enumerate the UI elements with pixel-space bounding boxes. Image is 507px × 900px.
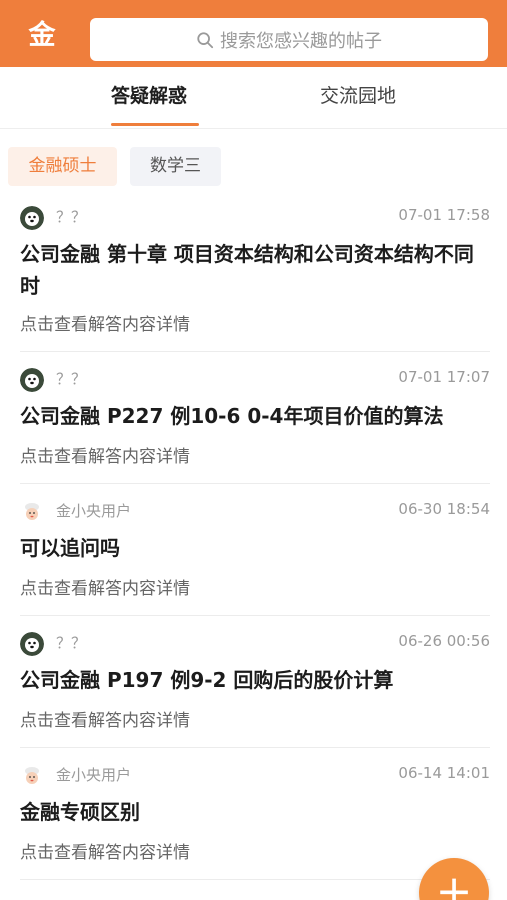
chef-avatar-icon [20, 500, 44, 524]
list-item[interactable]: ？？ 07-01 17:07 公司金融 P227 例10-6 0-4年项目价值的… [20, 362, 490, 484]
post-title[interactable]: 公司金融 第十章 项目资本结构和公司资本结构不同时 [20, 238, 490, 302]
post-desc: 点击查看解答内容详情 [20, 843, 190, 863]
post-author: ？？ [56, 208, 87, 226]
post-title[interactable]: 金融专硕区别 [20, 796, 490, 828]
filter-chip-math-three[interactable]: 数学三 [130, 147, 221, 186]
post-desc: 点击查看解答内容详情 [20, 579, 190, 599]
post-author: 金小央用户 [56, 766, 132, 784]
dog-avatar-icon [20, 632, 44, 656]
dog-avatar-icon [20, 206, 44, 230]
list-item[interactable]: ？？ 07-01 17:58 公司金融 第十章 项目资本结构和公司资本结构不同时… [20, 200, 490, 352]
dog-avatar-icon [20, 368, 44, 392]
tab-qa[interactable]: 答疑解惑 [111, 67, 187, 129]
list-item[interactable]: ？？ 06-26 00:56 公司金融 P197 例9-2 回购后的股价计算 点… [20, 626, 490, 748]
post-time: 06-14 14:01 [398, 764, 490, 782]
app-logo[interactable]: 金 [22, 20, 62, 52]
post-desc: 点击查看解答内容详情 [20, 711, 190, 731]
tab-bar: 答疑解惑 交流园地 [0, 67, 507, 129]
post-desc: 点击查看解答内容详情 [20, 447, 190, 467]
active-tab-indicator [111, 123, 199, 126]
post-title[interactable]: 可以追问吗 [20, 532, 490, 564]
search-input[interactable]: 搜索您感兴趣的帖子 [90, 18, 488, 61]
filter-chip-finance-master[interactable]: 金融硕士 [8, 147, 117, 186]
plus-icon: + [435, 866, 473, 900]
post-time: 06-30 18:54 [398, 500, 490, 518]
list-item[interactable]: 金小央用户 06-30 18:54 可以追问吗 点击查看解答内容详情 [20, 494, 490, 616]
post-author: 金小央用户 [56, 502, 132, 520]
post-author: ？？ [56, 634, 87, 652]
list-item[interactable]: 金小央用户 06-14 14:01 金融专硕区别 点击查看解答内容详情 [20, 758, 490, 880]
post-time: 07-01 17:58 [398, 206, 490, 224]
post-title[interactable]: 公司金融 P227 例10-6 0-4年项目价值的算法 [20, 400, 490, 432]
post-desc: 点击查看解答内容详情 [20, 315, 190, 335]
chef-avatar-icon [20, 764, 44, 788]
post-time: 06-26 00:56 [398, 632, 490, 650]
top-bar: 金 搜索您感兴趣的帖子 [0, 0, 507, 67]
tab-community[interactable]: 交流园地 [320, 67, 396, 129]
search-placeholder: 搜索您感兴趣的帖子 [220, 30, 382, 52]
search-icon [197, 31, 214, 48]
post-author: ？？ [56, 370, 87, 388]
post-title[interactable]: 公司金融 P197 例9-2 回购后的股价计算 [20, 664, 490, 696]
post-time: 07-01 17:07 [398, 368, 490, 386]
